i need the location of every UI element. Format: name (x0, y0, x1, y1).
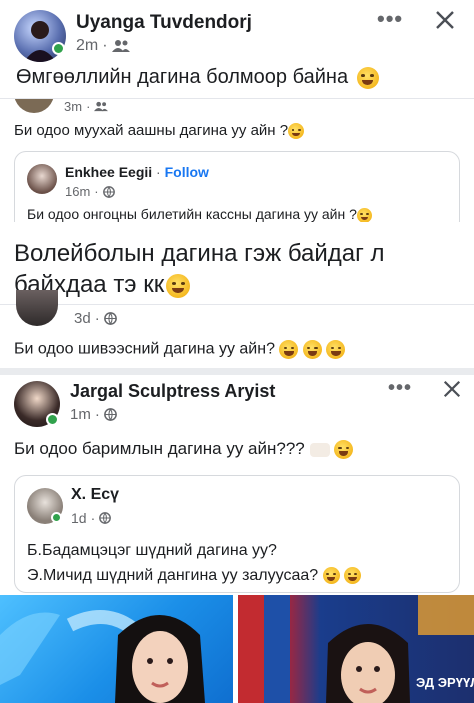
shared-time[interactable]: 16m (65, 184, 90, 199)
post-muukhai: 3m · Би одоо муухай аашны дагина уу айн … (0, 98, 474, 222)
post-meta: 3d · (74, 310, 117, 327)
post-time[interactable]: 1m (70, 406, 91, 423)
friends-icon (94, 101, 109, 112)
post-text: Би одоо баримлын дагина уу айн??? (14, 439, 354, 460)
follow-button[interactable]: Follow (165, 164, 209, 180)
post-author[interactable]: Uyanga Tuvdendorj (76, 12, 252, 34)
tears-of-joy-emoji (279, 340, 299, 359)
post-meta: 1m · (70, 406, 117, 423)
avatar[interactable] (14, 99, 54, 113)
shared-line-2: Э.Мичид шүдний дангина уу залуусаа? (27, 567, 319, 584)
smiling-blush-emoji (166, 273, 191, 298)
more-options-button[interactable]: ••• (388, 377, 412, 400)
tears-of-joy-emoji (356, 66, 379, 89)
laughing-emoji (288, 123, 305, 140)
shared-post-card[interactable]: Enkhee Eegii · Follow 16m · Би одоо онго… (14, 151, 460, 222)
friends-icon (111, 40, 130, 52)
photo-right[interactable]: ЭД ЭРҮҮЛ И (238, 595, 474, 703)
shared-meta: 16m · (65, 184, 115, 199)
post-text: Өмгөөллийн дагина болмоор байна (16, 66, 379, 89)
post-caption: Волейболын дагина гэж байдаг л байхдаа т… (14, 240, 385, 298)
shared-author[interactable]: Х. Есү (71, 486, 119, 504)
photo-right-banner: ЭД ЭРҮҮЛ И (416, 675, 474, 690)
globe-icon (103, 312, 117, 325)
avatar[interactable] (16, 290, 58, 326)
laughing-emoji (356, 207, 372, 222)
post-divider (0, 368, 474, 375)
shared-meta: 1d · (71, 510, 112, 526)
post-uyanga: Uyanga Tuvdendorj 2m · ••• Өмгөөллийн да… (0, 0, 474, 98)
shared-text: Б.Бадамцэцэг шүдний дагина уу? Э.Мичид ш… (27, 538, 362, 588)
close-icon[interactable] (442, 379, 462, 399)
more-options-button[interactable]: ••• (377, 6, 403, 32)
online-indicator (52, 42, 65, 55)
tears-of-joy-emoji (326, 340, 346, 359)
winking-tongue-emoji (322, 567, 340, 585)
post-jargal: Jargal Sculptress Aryist 1m · ••• Би одо… (0, 375, 474, 703)
post-meta: 2m · (76, 37, 130, 55)
photo-left[interactable] (0, 595, 233, 703)
avatar[interactable] (27, 164, 57, 194)
shared-time[interactable]: 1d (71, 510, 87, 526)
globe-icon (103, 408, 117, 421)
post-time[interactable]: 2m (76, 37, 98, 55)
post-meta: 3m · (64, 99, 109, 114)
photo-left-graphic (0, 610, 205, 703)
shared-author[interactable]: Enkhee Eegii (65, 164, 152, 180)
post-time[interactable]: 3m (64, 99, 82, 114)
hands-emoji (309, 442, 330, 457)
shared-post-card[interactable]: Х. Есү 1d · Б.Бадамцэцэг шүдний дагина у… (14, 475, 460, 593)
grinning-squint-emoji (344, 567, 362, 585)
online-indicator (46, 413, 59, 426)
shared-line-1: Б.Бадамцэцэг шүдний дагина уу? (27, 542, 277, 559)
post-text: Би одоо муухай аашны дагина уу айн ? (14, 122, 305, 140)
tears-of-joy-emoji (302, 340, 322, 359)
close-icon[interactable] (434, 9, 456, 31)
globe-icon (102, 185, 115, 198)
post-author[interactable]: Jargal Sculptress Aryist (70, 381, 275, 402)
globe-icon (99, 512, 112, 524)
online-indicator (51, 512, 62, 523)
post-volleyball: Волейболын дагина гэж байдаг л байхдаа т… (0, 222, 474, 368)
post-time[interactable]: 3d (74, 310, 91, 327)
shared-text: Би одоо онгоцны билетийн кассны дагина у… (27, 206, 372, 222)
post-text: Би одоо шивээсний дагина уу айн? (14, 340, 346, 359)
grinning-sweat-emoji (334, 440, 354, 460)
